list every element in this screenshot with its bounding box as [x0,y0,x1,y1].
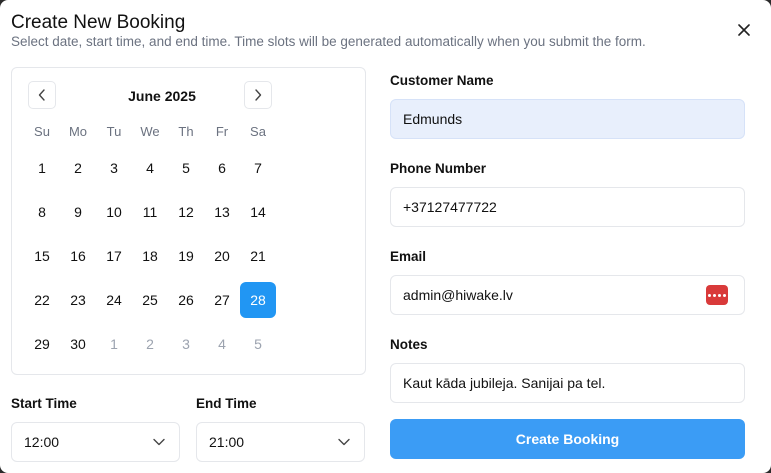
customer-name-input[interactable]: Edmunds [390,99,745,139]
calendar-day[interactable]: 21 [240,238,276,274]
phone-number-input[interactable]: +37127477722 [390,187,745,227]
calendar-day[interactable]: 12 [168,194,204,230]
chevron-down-icon [338,438,350,446]
weekday-label: Su [34,124,50,139]
close-icon [738,24,750,36]
end-time-label: End Time [196,396,257,411]
calendar-day[interactable]: 15 [24,238,60,274]
calendar-week-row: 1234567 [24,150,276,194]
calendar-day[interactable]: 25 [132,282,168,318]
calendar-week-row: 22 23 24 25 26 27 28 [24,282,276,326]
notes-label: Notes [390,337,428,352]
calendar-day-grid: 1 2 3 4 5 6 7 8 9 10 11 12 13 14 15 16 17 18 19 20 21 22 23 24 2… [24,150,276,370]
calendar-day-outside[interactable]: 5 [240,326,276,362]
end-time-value: 21:00 [209,434,245,450]
calendar-day[interactable]: 19 [168,238,204,274]
email-value: admin@hiwake.lv [403,287,513,303]
weekday-label: Sa [250,124,266,139]
calendar-day[interactable]: 23 [60,282,96,318]
end-time-select[interactable]: 21:00 [196,422,365,462]
notes-input[interactable]: Kaut kāda jubileja. Sanijai pa tel. [390,363,745,403]
chevron-right-icon [255,89,262,101]
calendar-day[interactable]: 4 [132,150,168,186]
calendar-week-row: 29 30 1 2 3 4 5 [24,326,276,370]
calendar-day[interactable]: 14 [240,194,276,230]
dialog-subtitle: Select date, start time, and end time. T… [11,34,646,49]
password-manager-icon[interactable] [706,285,728,305]
close-button[interactable] [733,19,755,41]
chevron-down-icon [153,438,165,446]
calendar-day[interactable]: 24 [96,282,132,318]
start-time-label: Start Time [11,396,77,411]
calendar-day[interactable]: 7 [240,150,276,186]
calendar-week-row: 15 16 17 18 19 20 21 [24,238,276,282]
phone-number-value: +37127477722 [403,199,497,215]
customer-name-value: Edmunds [403,111,463,127]
calendar-day[interactable]: 6 [204,150,240,186]
weekday-label: Fr [215,124,229,139]
calendar-day[interactable]: 30 [60,326,96,362]
calendar-day[interactable]: 8 [24,194,60,230]
calendar-day[interactable]: 27 [204,282,240,318]
dialog-title: Create New Booking [11,12,186,33]
calendar-day-selected[interactable]: 28 [240,282,276,318]
calendar-day[interactable]: 13 [204,194,240,230]
calendar-day[interactable]: 26 [168,282,204,318]
weekday-label: We [140,124,160,139]
calendar-day[interactable]: 11 [132,194,168,230]
calendar-day-outside[interactable]: 2 [132,326,168,362]
calendar-day[interactable]: 5 [168,150,204,186]
notes-value: Kaut kāda jubileja. Sanijai pa tel. [403,375,606,391]
start-time-value: 12:00 [24,434,60,450]
weekday-label: Tu [106,124,122,139]
calendar-day-outside[interactable]: 3 [168,326,204,362]
email-label: Email [390,249,427,264]
calendar-day[interactable]: 3 [96,150,132,186]
calendar-day[interactable]: 10 [96,194,132,230]
date-picker-calendar: June 2025 Su Mo Tu We Th Fr Sa 1 2 3 4 5 6 7 8 9 10 11 12… [11,67,366,375]
create-booking-button[interactable]: Create Booking [390,419,745,459]
start-time-select[interactable]: 12:00 [11,422,180,462]
calendar-day[interactable]: 2 [60,150,96,186]
calendar-day[interactable]: 17 [96,238,132,274]
calendar-day[interactable]: 18 [132,238,168,274]
weekday-header: Su Mo Tu We Th Fr Sa [24,124,276,139]
calendar-day-outside[interactable]: 1 [96,326,132,362]
weekday-label: Mo [68,124,88,139]
calendar-day[interactable]: 22 [24,282,60,318]
calendar-day[interactable]: 20 [204,238,240,274]
booking-dialog: Create New Booking Select date, start ti… [0,0,771,473]
calendar-day[interactable]: 1 [24,150,60,186]
calendar-day-outside[interactable]: 4 [204,326,240,362]
calendar-week-row: 8 9 10 11 12 13 14 [24,194,276,238]
next-month-button[interactable] [244,81,272,109]
calendar-day[interactable]: 29 [24,326,60,362]
email-input[interactable]: admin@hiwake.lv [390,275,745,315]
weekday-label: Th [178,124,194,139]
calendar-day[interactable]: 9 [60,194,96,230]
customer-name-label: Customer Name [390,73,494,88]
phone-number-label: Phone Number [390,161,487,176]
calendar-day[interactable]: 16 [60,238,96,274]
